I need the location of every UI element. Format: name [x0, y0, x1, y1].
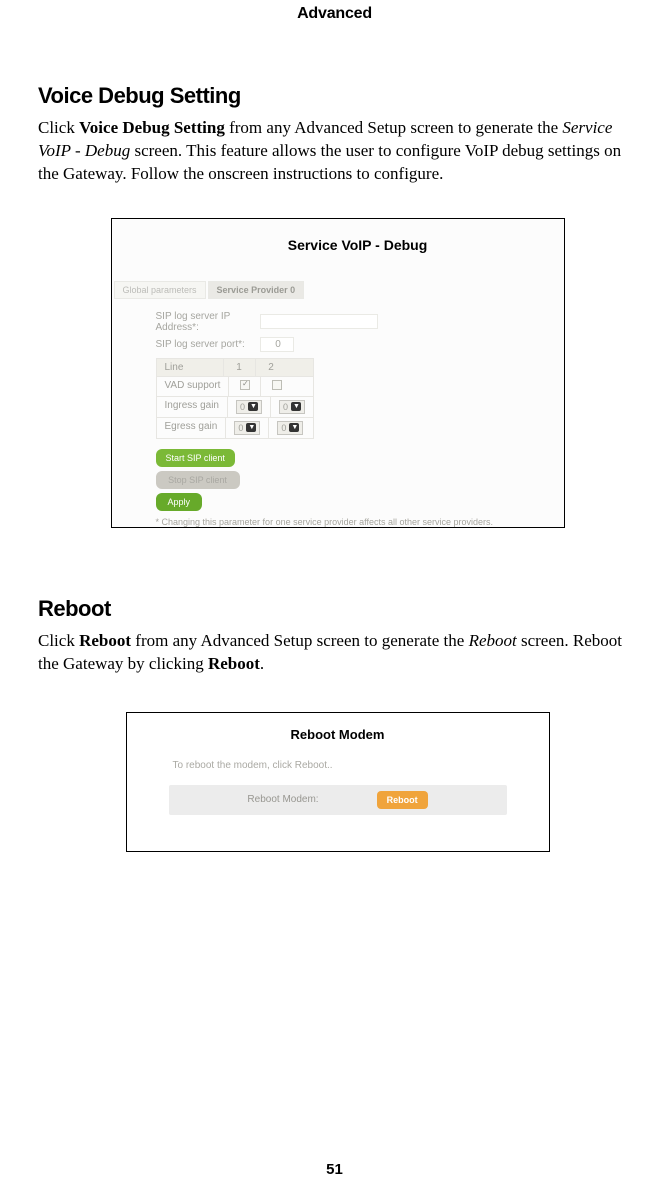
chevron-down-icon: ▼ [246, 423, 256, 432]
figure-voip-debug: Service VoIP - Debug Global parameters S… [111, 218, 565, 528]
stop-sip-client-button[interactable]: Stop SIP client [156, 471, 240, 489]
cell-ingress-1: 0▼ [227, 397, 270, 417]
input-sip-log-ip[interactable] [260, 314, 378, 329]
select-ingress-1[interactable]: 0▼ [236, 400, 262, 414]
cell-ingress-2: 0▼ [270, 397, 313, 417]
chapter-title: Advanced [0, 0, 669, 23]
cell-egress-1: 0▼ [225, 418, 268, 438]
checkbox-vad-2[interactable] [272, 380, 282, 390]
voip-line-grid: Line 1 2 VAD support Ingress gain 0▼ 0▼ … [156, 358, 315, 439]
para-voice-debug: Click Voice Debug Setting from any Advan… [38, 117, 637, 186]
page-content: Voice Debug Setting Click Voice Debug Se… [0, 23, 669, 852]
label-sip-log-ip: SIP log server IP Address*: [156, 311, 260, 333]
button-name-reboot: Reboot [208, 654, 260, 673]
link-reboot[interactable]: Reboot [79, 631, 131, 650]
text: from any Advanced Setup screen to genera… [131, 631, 469, 650]
para-reboot: Click Reboot from any Advanced Setup scr… [38, 630, 637, 676]
heading-voice-debug: Voice Debug Setting [38, 83, 637, 109]
start-sip-client-button[interactable]: Start SIP client [156, 449, 235, 467]
reboot-bar-label: Reboot Modem: [247, 794, 318, 805]
grid-row-ingress: Ingress gain [157, 397, 227, 417]
select-egress-1[interactable]: 0▼ [234, 421, 260, 435]
value: 0 [281, 423, 286, 433]
cell-vad-2 [260, 377, 292, 396]
value: 0 [240, 402, 245, 412]
chevron-down-icon: ▼ [248, 402, 258, 411]
chevron-down-icon: ▼ [289, 423, 299, 432]
tab-service-provider-0[interactable]: Service Provider 0 [208, 281, 305, 299]
heading-reboot: Reboot [38, 596, 637, 622]
voip-tabs: Global parameters Service Provider 0 [114, 281, 564, 299]
grid-header-1: 1 [223, 359, 255, 376]
chevron-down-icon: ▼ [291, 402, 301, 411]
select-ingress-2[interactable]: 0▼ [279, 400, 305, 414]
voip-buttons: Start SIP client Stop SIP client Apply [156, 449, 564, 511]
grid-header-2: 2 [255, 359, 287, 376]
page-number: 51 [0, 1161, 669, 1178]
value: 0 [283, 402, 288, 412]
reboot-bar: Reboot Modem: Reboot [169, 785, 507, 815]
tab-global-parameters[interactable]: Global parameters [114, 281, 206, 299]
link-voice-debug-setting[interactable]: Voice Debug Setting [79, 118, 225, 137]
voip-panel-title: Service VoIP - Debug [112, 219, 564, 281]
select-egress-2[interactable]: 0▼ [277, 421, 303, 435]
reboot-panel-sub: To reboot the modem, click Reboot.. [173, 760, 549, 771]
input-sip-log-port[interactable]: 0 [260, 337, 294, 352]
grid-row-egress: Egress gain [157, 418, 226, 438]
text: from any Advanced Setup screen to genera… [225, 118, 563, 137]
checkbox-vad-1[interactable] [240, 380, 250, 390]
voip-form: SIP log server IP Address*: SIP log serv… [112, 299, 564, 439]
cell-egress-2: 0▼ [268, 418, 311, 438]
apply-button[interactable]: Apply [156, 493, 203, 511]
cell-vad-1 [228, 377, 260, 396]
grid-header-line: Line [157, 359, 223, 376]
figure-reboot-modem: Reboot Modem To reboot the modem, click … [126, 712, 550, 852]
grid-row-vad: VAD support [157, 377, 229, 396]
screen-name-reboot: Reboot [469, 631, 517, 650]
reboot-panel-title: Reboot Modem [127, 713, 549, 742]
text: Click [38, 118, 79, 137]
text: . [260, 654, 264, 673]
label-sip-log-port: SIP log server port*: [156, 339, 260, 350]
voip-footnote: * Changing this parameter for one servic… [156, 517, 564, 527]
value: 0 [238, 423, 243, 433]
reboot-button[interactable]: Reboot [377, 791, 428, 809]
text: Click [38, 631, 79, 650]
